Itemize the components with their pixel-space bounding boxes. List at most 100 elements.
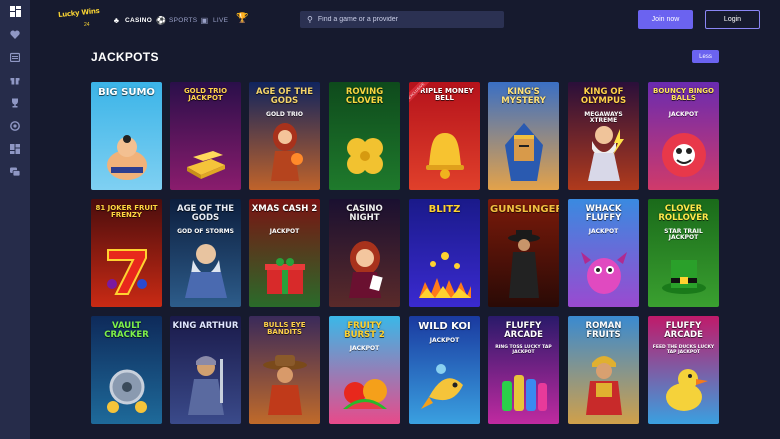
game-tile[interactable]: GOLD TRIO JACKPOT: [170, 82, 241, 190]
sidebar: [0, 0, 30, 439]
game-tile[interactable]: 81 JOKER FRUIT FRENZY: [91, 199, 162, 307]
game-subtitle: JACKPOT: [588, 228, 619, 235]
game-tile[interactable]: FLUFFY ARCADE RING TOSS LUCKY TAP JACKPOT: [488, 316, 559, 424]
game-title: GOLD TRIO JACKPOT: [183, 87, 228, 103]
join-now-button[interactable]: Join now: [638, 10, 693, 29]
game-subtitle: MEGAWAYS XTREME: [584, 111, 623, 124]
game-title: ROMAN FRUITS: [585, 321, 622, 340]
game-tile[interactable]: ROVING CLOVER: [329, 82, 400, 190]
game-subtitle: GOD OF STORMS: [177, 228, 234, 235]
roman-art: [580, 351, 628, 420]
game-subtitle: JACKPOT: [429, 337, 460, 344]
game-title: BOUNCY BINGO BALLS: [653, 87, 714, 103]
game-tile[interactable]: ROMAN FRUITS: [568, 316, 639, 424]
gift-icon[interactable]: [9, 74, 21, 86]
bottles-art: [498, 361, 550, 420]
game-tile[interactable]: AGE OF THE GODS GOLD TRIO: [249, 82, 320, 190]
game-tile[interactable]: WILD KOI JACKPOT: [409, 316, 480, 424]
game-title: FLUFFY ARCADE: [664, 321, 703, 340]
ball-icon: ⚽: [156, 15, 167, 25]
grid-icon[interactable]: [9, 5, 21, 17]
game-title: 81 JOKER FRUIT FRENZY: [95, 204, 158, 220]
game-tile[interactable]: BOUNCY BINGO BALLS JACKPOT: [648, 82, 719, 190]
nav-sports-label: SPORTS: [169, 16, 198, 24]
game-tile[interactable]: VAULT CRACKER: [91, 316, 162, 424]
sumo-art: [101, 133, 153, 186]
lady-art: [341, 236, 389, 303]
game-title: FLUFFY ARCADE: [504, 321, 543, 340]
chat-icon[interactable]: [9, 166, 21, 178]
search-bar[interactable]: ⚲: [300, 11, 504, 28]
less-button[interactable]: Less: [692, 50, 719, 63]
game-title: KING'S MYSTERY: [501, 87, 546, 106]
game-title: BLITZ: [428, 204, 461, 215]
topbar: Lucky Wins 24 ♣ CASINO ⚽ SPORTS ▣ LIVE 🏆…: [30, 0, 780, 38]
game-tile[interactable]: XMAS CASH 2 JACKPOT: [249, 199, 320, 307]
game-tile[interactable]: KING OF OLYMPUS MEGAWAYS XTREME: [568, 82, 639, 190]
dashboard-icon[interactable]: [9, 143, 21, 155]
search-icon: ⚲: [307, 15, 313, 24]
logo-sub: 24: [84, 22, 90, 28]
storm-art: [181, 236, 231, 303]
ball-art: [658, 129, 710, 186]
gold-art: [181, 139, 231, 186]
section-title: JACKPOTS: [91, 50, 159, 64]
game-tile[interactable]: BULLS EYE BANDITS: [249, 316, 320, 424]
clover-art: [340, 131, 390, 186]
nav-live[interactable]: ▣ LIVE: [200, 14, 228, 26]
gift-art: [261, 254, 309, 303]
game-subtitle: JACKPOT: [269, 228, 300, 235]
game-tile[interactable]: FRUITY BURST 2 JACKPOT: [329, 316, 400, 424]
login-button[interactable]: Login: [705, 10, 760, 29]
logo[interactable]: Lucky Wins 24: [58, 7, 100, 32]
game-title: WILD KOI: [418, 321, 471, 332]
game-tile[interactable]: BLITZ: [409, 199, 480, 307]
gunman-art: [501, 228, 547, 303]
game-title: BIG SUMO: [98, 87, 155, 98]
goddess-art: [261, 119, 309, 186]
game-tile[interactable]: TRIPLE MONEY BELL EXCLUSIVE: [409, 82, 480, 190]
logo-text: Lucky Wins: [57, 6, 100, 20]
bell-art: [421, 129, 469, 186]
game-subtitle: JACKPOT: [349, 345, 380, 352]
game-tile[interactable]: CLOVER ROLLOVER STAR TRAIL JACKPOT: [648, 199, 719, 307]
game-tile[interactable]: CASINO NIGHT: [329, 199, 400, 307]
game-title: KING OF OLYMPUS: [580, 87, 627, 106]
search-input[interactable]: [317, 16, 488, 23]
game-tile[interactable]: AGE OF THE GODS GOD OF STORMS: [170, 199, 241, 307]
chip-icon[interactable]: [9, 120, 21, 132]
game-tile[interactable]: KING ARTHUR: [170, 316, 241, 424]
blitz-art: [418, 242, 471, 303]
game-tile[interactable]: WHACK FLUFFY JACKPOT: [568, 199, 639, 307]
knight-art: [182, 351, 230, 420]
nav-casino[interactable]: ♣ CASINO: [112, 14, 152, 26]
game-tile[interactable]: BIG SUMO: [91, 82, 162, 190]
nav-sports[interactable]: ⚽ SPORTS: [156, 14, 197, 26]
cowboy-art: [260, 353, 310, 420]
game-tile[interactable]: KING'S MYSTERY: [488, 82, 559, 190]
game-subtitle: STAR TRAIL JACKPOT: [664, 228, 703, 241]
game-title: AGE OF THE GODS: [176, 204, 235, 223]
trophy-icon[interactable]: [9, 97, 21, 109]
game-tile[interactable]: GUNSLINGER: [488, 199, 559, 307]
game-subtitle: FEED THE DUCKS LUCKY TAP JACKPOT: [652, 345, 715, 355]
game-subtitle: JACKPOT: [668, 111, 699, 118]
game-title: KING ARTHUR: [172, 321, 239, 331]
nav-casino-label: CASINO: [125, 16, 153, 24]
game-title: FRUITY BURST 2: [344, 321, 385, 340]
zeus-art: [580, 119, 628, 186]
game-tile[interactable]: FLUFFY ARCADE FEED THE DUCKS LUCKY TAP JA…: [648, 316, 719, 424]
vault-art: [101, 363, 153, 420]
game-title: GUNSLINGER: [490, 204, 559, 215]
duck-art: [658, 361, 710, 420]
koi-art: [419, 361, 471, 420]
game-title: VAULT CRACKER: [104, 321, 149, 340]
fruit-art: [339, 363, 391, 420]
trophy-icon[interactable]: 🏆: [236, 13, 248, 24]
pharaoh-art: [501, 119, 547, 186]
club-icon: ♣: [113, 15, 120, 25]
dragon-art: [579, 244, 629, 303]
game-title: WHACK FLUFFY: [585, 204, 622, 223]
heart-icon[interactable]: [9, 28, 21, 40]
calendar-icon[interactable]: [9, 51, 21, 63]
